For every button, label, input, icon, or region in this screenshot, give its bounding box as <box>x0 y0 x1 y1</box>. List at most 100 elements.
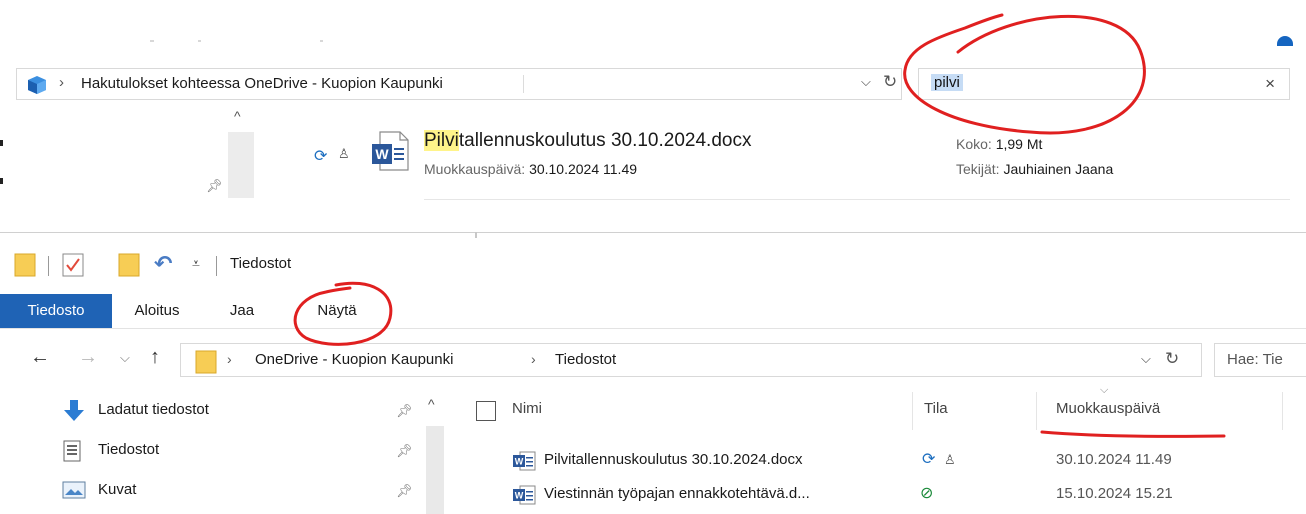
file-name[interactable]: Pilvitallennuskoulutus 30.10.2024.docx <box>544 451 803 468</box>
result-authors: Tekijät: Jauhiainen Jaana <box>956 161 1113 177</box>
divider-tick <box>475 232 477 238</box>
result-size: Koko: 1,99 Mt <box>956 136 1042 152</box>
result-file-name[interactable]: Pilvitallennuskoulutus 30.10.2024.docx <box>424 130 751 152</box>
toolbar-remnant <box>150 40 750 48</box>
download-arrow-icon <box>62 400 86 426</box>
collapsed-nav-remnant <box>0 120 10 200</box>
size-value: 1,99 Mt <box>995 136 1043 152</box>
onedrive-cube-icon <box>25 75 49 99</box>
column-header-name[interactable]: Nimi <box>512 400 542 417</box>
breadcrumb-onedrive[interactable]: OneDrive - Kuopion Kaupunki <box>255 351 453 368</box>
search-query-text[interactable]: pilvi <box>931 74 963 91</box>
navigation-bar: ← → ⌵ ↑ › OneDrive - Kuopion Kaupunki › … <box>0 340 1306 380</box>
window-title: Tiedostot <box>230 255 292 272</box>
window-divider <box>0 232 1306 233</box>
ribbon-tabs: Tiedosto Aloitus Jaa Näytä <box>0 294 1306 328</box>
available-check-icon: ⊘ <box>920 485 934 502</box>
svg-text:W: W <box>515 457 524 467</box>
svg-text:W: W <box>515 491 524 501</box>
table-row[interactable]: W Viestinnän työpajan ennakkotehtävä.d..… <box>460 480 1306 510</box>
toolbar-separator <box>216 256 217 276</box>
scrollbar-thumb[interactable] <box>228 132 254 198</box>
scroll-up-icon[interactable]: ^ <box>234 108 241 124</box>
search-result-item[interactable]: ⟳ ♙ W Pilvitallennuskoulutus 30.10.2024.… <box>300 126 1290 200</box>
chevron-right-icon: › <box>59 74 64 91</box>
sync-icon: ⟳ <box>314 148 328 165</box>
back-arrow-icon[interactable]: ← <box>30 346 50 369</box>
column-divider[interactable] <box>1036 392 1037 430</box>
search-input[interactable]: Hae: Tie <box>1214 343 1306 377</box>
pin-icon[interactable]: 📌︎ <box>396 443 413 459</box>
chevron-down-icon[interactable]: ⌵ <box>861 74 871 90</box>
undo-icon[interactable]: ↶ <box>154 251 172 277</box>
folder-icon <box>195 350 217 378</box>
toolbar-separator <box>48 256 49 276</box>
authors-label: Tekijät: <box>956 161 1000 177</box>
search-input[interactable]: pilvi × <box>918 68 1290 100</box>
tab-share[interactable]: Jaa <box>202 294 282 328</box>
chevron-right-icon[interactable]: › <box>531 351 536 367</box>
column-header-modified[interactable]: Muokkauspäivä <box>1056 400 1160 417</box>
svg-text:W: W <box>375 146 389 162</box>
column-divider[interactable] <box>1282 392 1283 430</box>
word-document-icon: W <box>370 130 410 176</box>
quick-access-toolbar: ↶ ⩡ Tiedostot <box>14 251 514 282</box>
breadcrumb-tiedostot[interactable]: Tiedostot <box>555 351 616 368</box>
up-arrow-icon[interactable]: ↑ <box>150 346 160 369</box>
table-row[interactable]: W Pilvitallennuskoulutus 30.10.2024.docx… <box>460 446 1306 476</box>
sync-icon: ⟳ <box>922 451 936 468</box>
scrollbar-thumb[interactable] <box>426 426 444 514</box>
refresh-icon[interactable]: ↻ <box>883 72 897 92</box>
clear-search-icon[interactable]: × <box>1265 74 1275 94</box>
sidebar-item-downloads[interactable]: Ladatut tiedostot 📌︎ <box>62 396 442 426</box>
select-all-checkbox[interactable] <box>476 401 496 421</box>
shared-person-icon: ♙ <box>338 146 350 161</box>
chevron-right-icon[interactable]: › <box>227 351 232 367</box>
tab-file[interactable]: Tiedosto <box>0 294 112 328</box>
sidebar-item-documents[interactable]: Tiedostot 📌︎ <box>62 436 442 466</box>
search-location-path[interactable]: Hakutulokset kohteessa OneDrive - Kuopio… <box>81 75 443 92</box>
help-icon[interactable] <box>1277 36 1293 46</box>
file-list: Nimi Tila ⌵ Muokkauspäivä W Pilvitallenn… <box>460 384 1306 514</box>
result-modified: Muokkauspäivä: 30.10.2024 11.49 <box>424 161 637 177</box>
address-bar[interactable]: › OneDrive - Kuopion Kaupunki › Tiedosto… <box>180 343 1202 377</box>
pin-icon[interactable]: 📌︎ <box>396 483 413 499</box>
tab-view[interactable]: Näytä <box>282 294 392 328</box>
sidebar-item-label: Kuvat <box>98 481 137 498</box>
pictures-icon <box>62 480 86 504</box>
column-header-status[interactable]: Tila <box>924 400 948 417</box>
folder-icon <box>14 252 36 282</box>
scrollbar[interactable]: ^ <box>424 390 444 514</box>
ribbon-divider <box>0 328 1306 329</box>
scroll-up-icon[interactable]: ^ <box>428 396 435 412</box>
column-divider[interactable] <box>912 392 913 430</box>
sidebar-item-pictures[interactable]: Kuvat 📌︎ <box>62 476 442 506</box>
chevron-down-icon[interactable]: ⌵ <box>1141 351 1151 367</box>
pin-icon[interactable]: 📌︎ <box>206 178 223 194</box>
file-name[interactable]: Viestinnän työpajan ennakkotehtävä.d... <box>544 485 810 502</box>
sidebar-item-label: Tiedostot <box>98 441 160 458</box>
tab-home[interactable]: Aloitus <box>112 294 202 328</box>
customize-toolbar-icon[interactable]: ⩡ <box>192 255 200 272</box>
new-folder-icon[interactable] <box>118 252 140 282</box>
word-document-icon: W <box>512 485 536 509</box>
sort-descending-icon: ⌵ <box>1100 384 1109 396</box>
result-divider <box>424 199 1290 200</box>
sidebar-item-label: Ladatut tiedostot <box>98 401 209 418</box>
file-modified-date: 30.10.2024 11.49 <box>1056 451 1172 468</box>
modified-value: 30.10.2024 11.49 <box>529 161 638 177</box>
result-file-name-rest: tallennuskoulutus 30.10.2024.docx <box>458 130 752 151</box>
navigation-pane: Ladatut tiedostot 📌︎ Tiedostot 📌︎ Kuvat … <box>0 390 444 514</box>
word-document-icon: W <box>512 451 536 475</box>
highlighted-match: Pilvi <box>424 130 459 151</box>
refresh-icon[interactable]: ↻ <box>1165 349 1179 369</box>
recent-locations-icon[interactable]: ⌵ <box>120 350 130 366</box>
pin-icon[interactable]: 📌︎ <box>396 403 413 419</box>
authors-value: Jauhiainen Jaana <box>1003 161 1114 177</box>
size-label: Koko: <box>956 136 992 152</box>
scrollbar[interactable]: ^ <box>228 108 254 198</box>
search-address-bar[interactable]: › Hakutulokset kohteessa OneDrive - Kuop… <box>16 68 902 100</box>
modified-label: Muokkauspäivä: <box>424 161 526 177</box>
forward-arrow-icon[interactable]: → <box>78 346 98 369</box>
properties-icon[interactable] <box>62 253 84 281</box>
